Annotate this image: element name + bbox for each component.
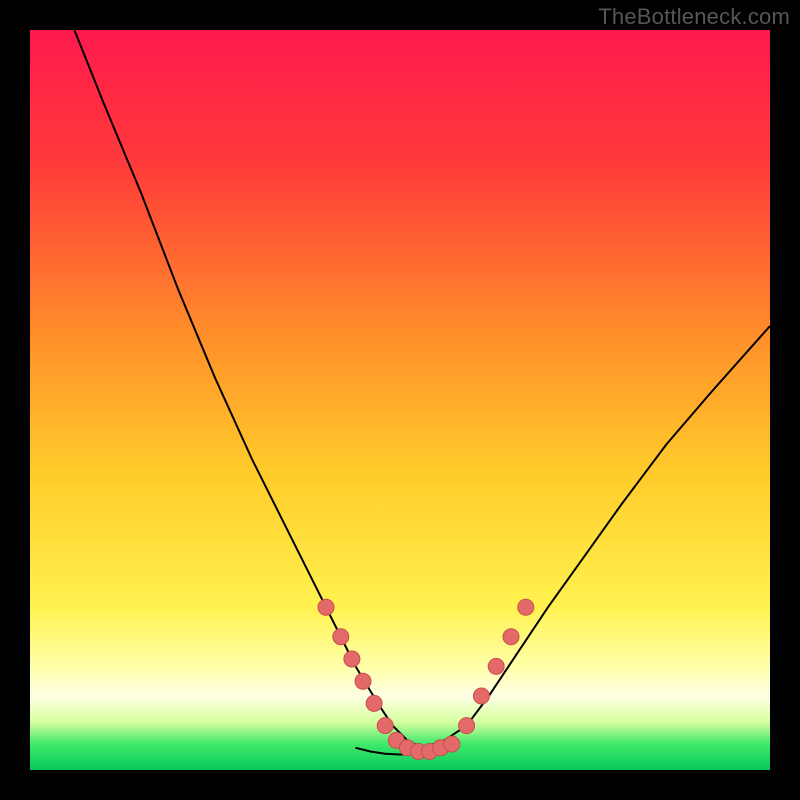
plot-svg [30, 30, 770, 770]
marker-point [459, 718, 475, 734]
chart-frame: TheBottleneck.com [0, 0, 800, 800]
marker-point [318, 599, 334, 615]
marker-point [503, 629, 519, 645]
gradient-background [30, 30, 770, 770]
marker-point [473, 688, 489, 704]
marker-point [377, 718, 393, 734]
marker-point [366, 695, 382, 711]
marker-point [518, 599, 534, 615]
marker-point [344, 651, 360, 667]
marker-point [488, 658, 504, 674]
marker-point [444, 736, 460, 752]
watermark-text: TheBottleneck.com [598, 4, 790, 30]
marker-point [355, 673, 371, 689]
marker-point [333, 629, 349, 645]
